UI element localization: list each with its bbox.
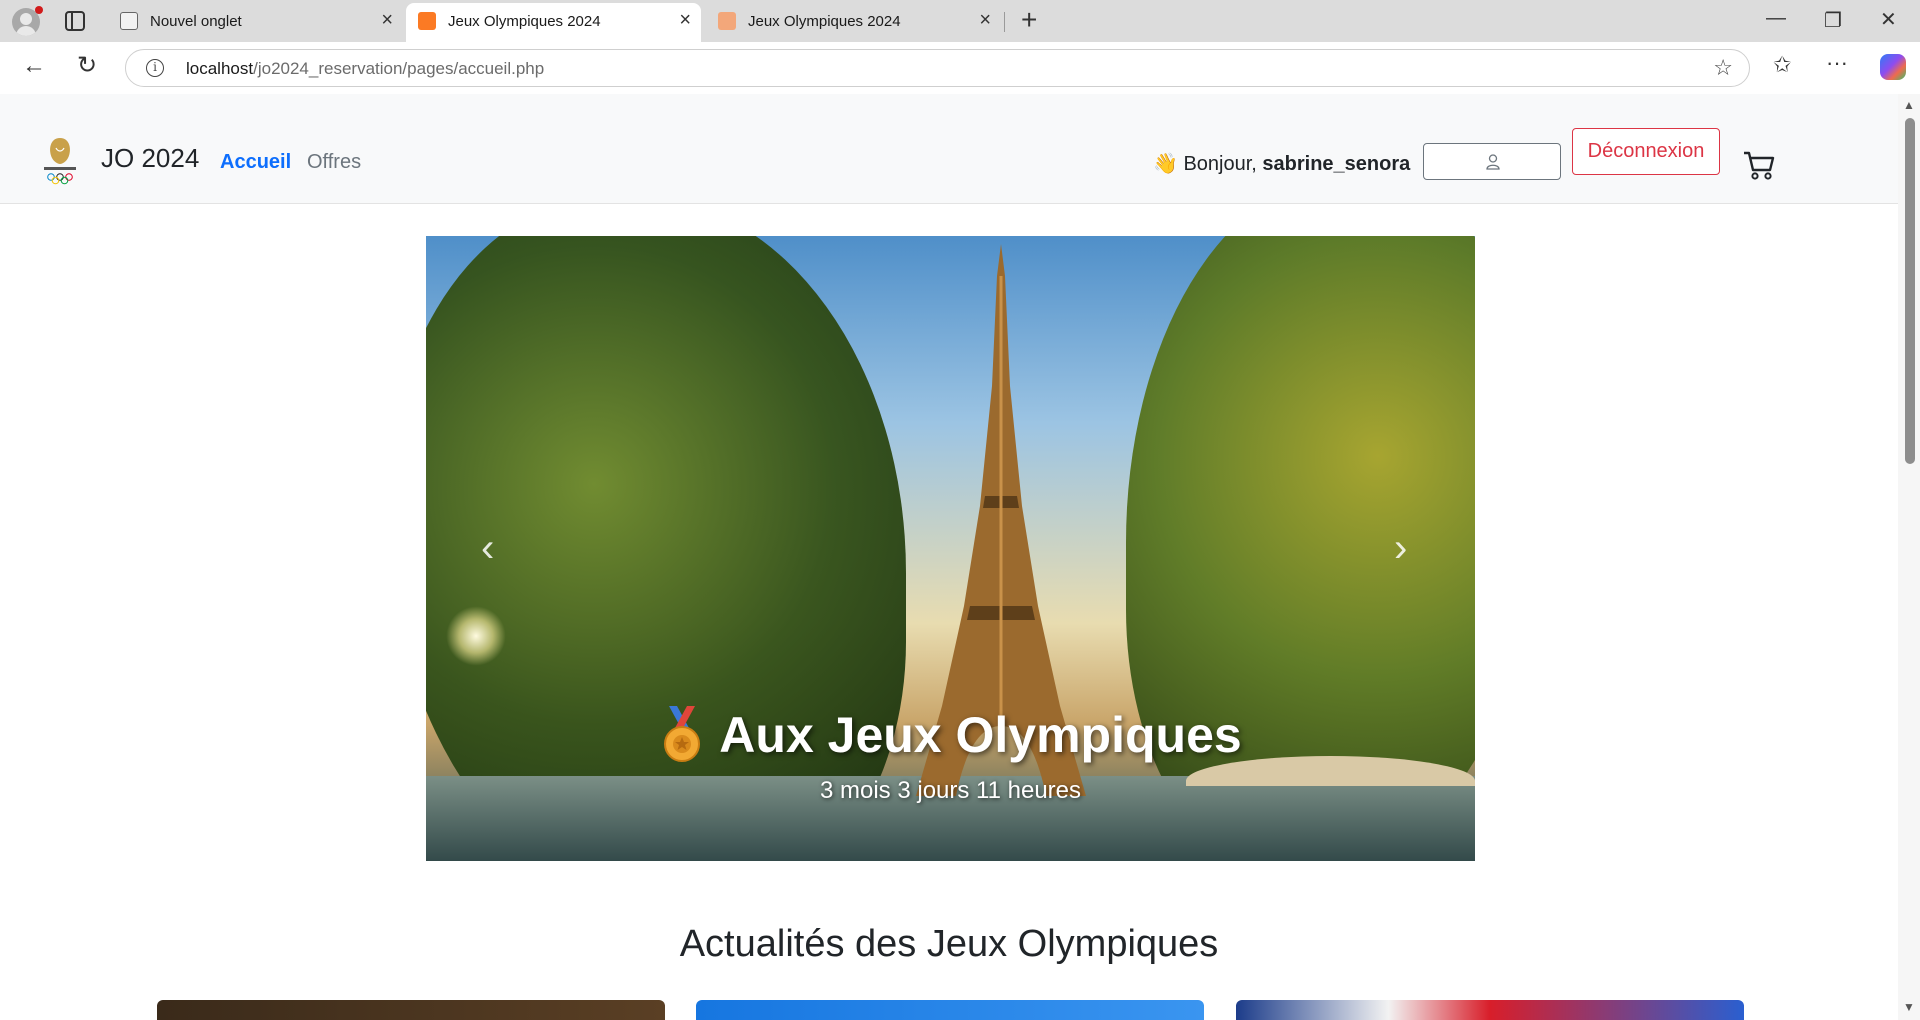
- carousel-image-sun: [446, 606, 506, 666]
- tab-jeux-olympiques[interactable]: Jeux Olympiques 2024 ×: [706, 3, 1001, 42]
- close-icon[interactable]: ×: [381, 10, 393, 30]
- news-section-title: Actualités des Jeux Olympiques: [679, 923, 1219, 965]
- xampp-favicon-icon: [418, 12, 436, 30]
- close-icon[interactable]: ×: [979, 10, 991, 30]
- scrollbar-thumb[interactable]: [1905, 118, 1915, 464]
- news-card-2[interactable]: [696, 1000, 1204, 1020]
- carousel-prev-icon[interactable]: ‹: [481, 526, 494, 571]
- address-toolbar: ← ↻ i localhost/jo2024_reservation/pages…: [0, 42, 1920, 94]
- tab-title: Nouvel onglet: [150, 13, 242, 30]
- reload-icon[interactable]: ↻: [77, 52, 97, 80]
- tab-separator: [1004, 12, 1005, 32]
- carousel-title: Aux Jeux Olympiques: [719, 707, 1242, 763]
- news-card-3[interactable]: [1236, 1000, 1744, 1020]
- cart-icon[interactable]: [1742, 148, 1776, 182]
- address-bar[interactable]: i localhost/jo2024_reservation/pages/acc…: [125, 49, 1750, 87]
- new-tab-plus-icon[interactable]: +: [1021, 6, 1037, 34]
- profile-button[interactable]: [1423, 143, 1561, 180]
- site-navbar: JO 2024 Accueil Offres 👋 Bonjour, sabrin…: [0, 94, 1898, 204]
- xampp-favicon-icon: [718, 12, 736, 30]
- carousel-caption: Aux Jeux Olympiques 3 mois 3 jours 11 he…: [426, 706, 1475, 805]
- countdown-text: 3 mois 3 jours 11 heures: [819, 777, 1082, 804]
- notification-dot-icon: [35, 6, 43, 14]
- scroll-down-icon[interactable]: ▼: [1903, 1000, 1915, 1014]
- medal-icon: [664, 706, 701, 762]
- person-icon: [1486, 154, 1500, 170]
- tab-jeux-olympiques-active[interactable]: Jeux Olympiques 2024 ×: [406, 3, 701, 42]
- back-arrow-icon[interactable]: ←: [22, 52, 46, 80]
- tab-actions-icon[interactable]: [65, 11, 85, 31]
- copilot-icon[interactable]: [1880, 54, 1906, 80]
- hero-carousel: ‹ › Aux Jeux Olympiques 3 mois 3 jours 1…: [426, 236, 1475, 861]
- site-info-icon[interactable]: i: [146, 59, 164, 77]
- window-close-icon[interactable]: ✕: [1880, 7, 1897, 32]
- nav-link-offres[interactable]: Offres: [307, 151, 361, 174]
- new-tab-page-icon: [120, 12, 138, 30]
- news-card-1[interactable]: [157, 1000, 665, 1020]
- restore-icon[interactable]: ❐: [1824, 8, 1842, 33]
- tab-new-tab[interactable]: Nouvel onglet ×: [108, 3, 403, 42]
- logout-button[interactable]: Déconnexion: [1572, 128, 1720, 175]
- url-text[interactable]: localhost/jo2024_reservation/pages/accue…: [186, 59, 544, 79]
- close-icon[interactable]: ×: [679, 10, 691, 30]
- scroll-up-icon[interactable]: ▲: [1903, 98, 1915, 112]
- browser-tab-bar: Nouvel onglet × Jeux Olympiques 2024 × J…: [0, 0, 1920, 42]
- user-greeting: 👋 Bonjour, sabrine_senora: [1153, 153, 1411, 175]
- paris-2024-logo-icon[interactable]: [36, 136, 84, 186]
- nav-link-accueil[interactable]: Accueil: [220, 151, 291, 174]
- brand-name[interactable]: JO 2024: [101, 143, 199, 174]
- favorite-star-icon[interactable]: ☆: [1713, 55, 1733, 81]
- tab-title: Jeux Olympiques 2024: [748, 13, 901, 30]
- page-scrollbar[interactable]: ▲ ▼: [1898, 94, 1920, 1020]
- username: sabrine_senora: [1262, 153, 1411, 175]
- page-viewport: JO 2024 Accueil Offres 👋 Bonjour, sabrin…: [0, 94, 1898, 1020]
- tab-title: Jeux Olympiques 2024: [448, 13, 601, 30]
- carousel-next-icon[interactable]: ›: [1394, 526, 1407, 571]
- favorites-list-icon[interactable]: ✩: [1773, 52, 1791, 78]
- more-options-icon[interactable]: ···: [1826, 50, 1848, 76]
- minimize-icon[interactable]: —: [1766, 7, 1786, 30]
